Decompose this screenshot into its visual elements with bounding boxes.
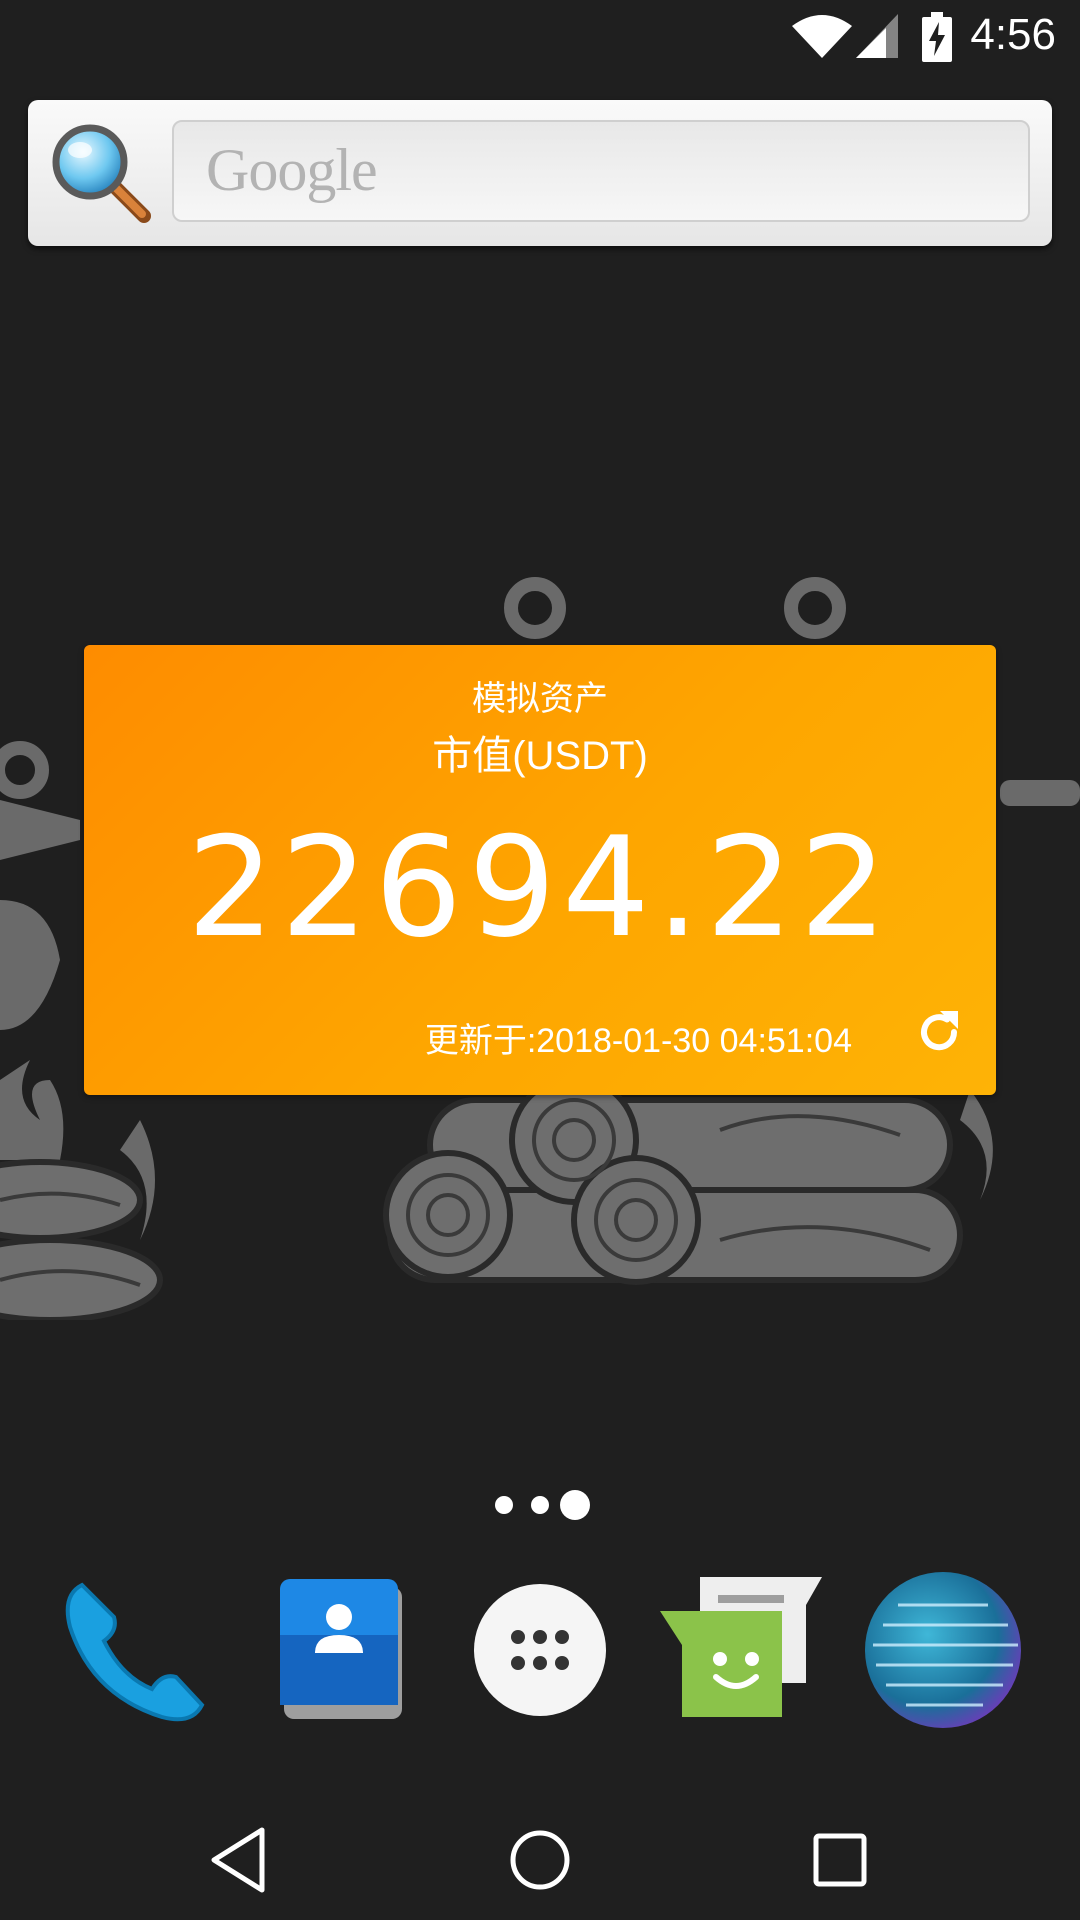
back-icon[interactable] [200,1820,280,1900]
dock-app-drawer[interactable] [455,1565,625,1735]
phone-icon[interactable] [52,1565,222,1735]
status-time: 4:56 [970,10,1056,59]
search-icon[interactable] [46,118,158,230]
status-bar: 4:56 [0,0,1080,75]
recents-icon[interactable] [800,1820,880,1900]
page-indicator [0,1490,1080,1520]
refresh-icon[interactable] [914,1007,964,1057]
asset-widget[interactable]: 模拟资产 市值(USDT) 22694.22 更新于:2018-01-30 04… [84,645,996,1095]
dock-phone[interactable] [52,1565,222,1735]
page-dot [495,1496,513,1514]
search-input[interactable]: Google [172,120,1030,222]
dock-messaging[interactable] [656,1565,826,1735]
messaging-icon[interactable] [656,1565,826,1735]
globe-icon[interactable] [858,1565,1028,1735]
updated-timestamp: 更新于:2018-01-30 04:51:04 [424,1022,852,1060]
search-placeholder: Google [206,137,378,203]
google-search-widget[interactable]: Google [28,100,1052,246]
dock-browser[interactable] [858,1565,1028,1735]
app-drawer-icon[interactable] [455,1565,625,1735]
home-icon[interactable] [500,1820,580,1900]
navigation-bar [0,1800,1080,1920]
wifi-icon [792,15,852,58]
cell-signal-icon [856,14,898,58]
page-dot-active [560,1490,590,1520]
asset-subtitle: 市值(USDT) [432,734,648,778]
battery-charging-icon [922,12,952,62]
page-dot [531,1496,549,1514]
asset-value: 22694.22 [186,807,894,968]
dock-contacts[interactable] [254,1565,424,1735]
asset-title: 模拟资产 [472,679,608,719]
contacts-icon[interactable] [254,1565,424,1735]
